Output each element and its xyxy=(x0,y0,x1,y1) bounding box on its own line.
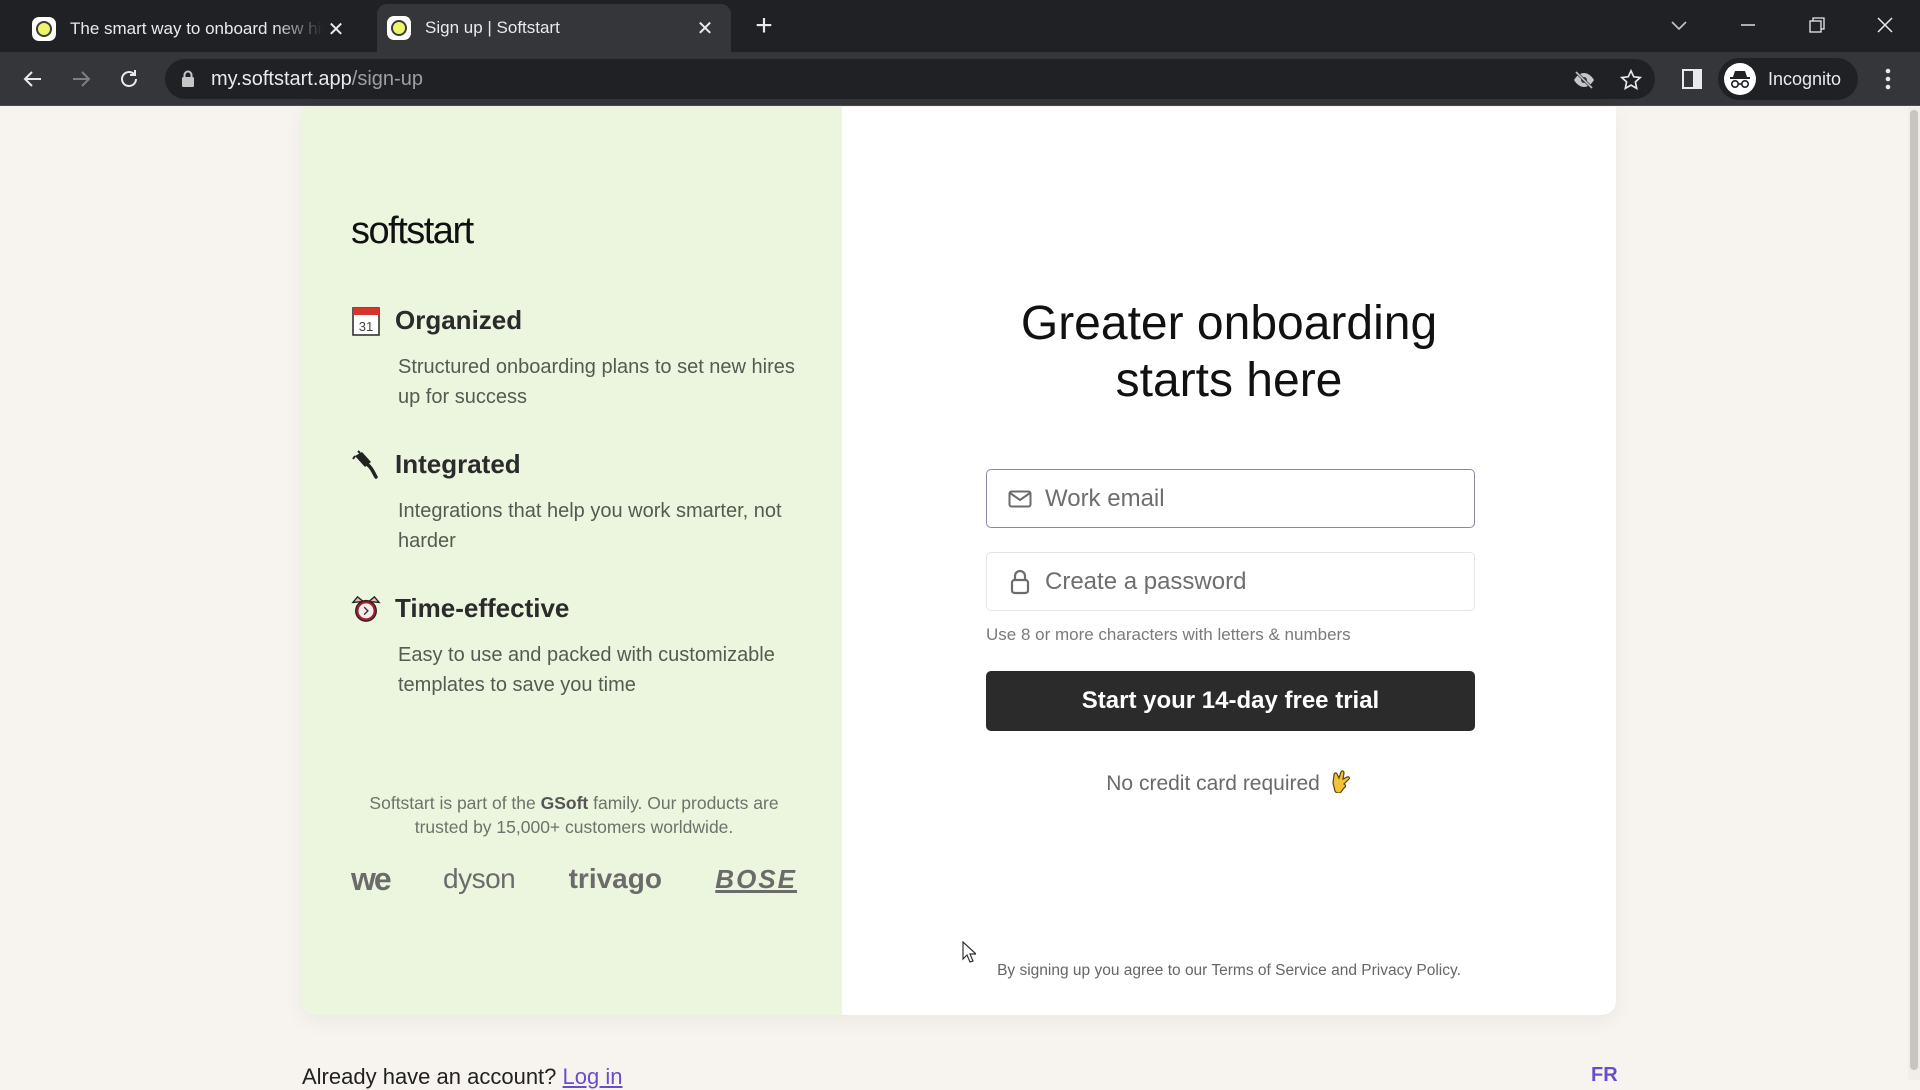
gsoft-text-before: Softstart is part of the xyxy=(369,793,541,813)
lock-icon xyxy=(1007,569,1033,595)
tab-title: Sign up | Softstart xyxy=(425,18,560,37)
email-input[interactable] xyxy=(1045,484,1445,513)
softstart-favicon-icon xyxy=(387,16,411,40)
headline-line-2: starts here xyxy=(1115,354,1343,407)
terms-notice: By signing up you agree to our Terms of … xyxy=(997,962,1461,979)
tab-title: The smart way to onboard new hires xyxy=(70,19,324,38)
tab-close-icon[interactable]: ✕ xyxy=(693,16,717,40)
mail-icon xyxy=(1007,486,1033,512)
mouse-cursor-icon xyxy=(962,941,976,963)
forward-icon[interactable] xyxy=(66,64,96,94)
side-panel-icon[interactable] xyxy=(1677,64,1707,94)
feature-title: Time-effective xyxy=(395,593,570,623)
language-switch-link[interactable]: FR xyxy=(1591,1064,1618,1087)
feature-title: Organized xyxy=(395,305,523,335)
call-me-hand-icon xyxy=(1330,769,1352,799)
feature-organized: 31 Organized Structured onboarding plans… xyxy=(351,305,811,412)
customer-logos: we dyson trivago BOSE xyxy=(351,859,797,899)
signup-card: softstart 31 Organized Structured onboar… xyxy=(302,107,1616,1015)
calendar-icon: 31 xyxy=(351,306,381,336)
alarm-clock-icon xyxy=(351,594,381,624)
bose-logo: BOSE xyxy=(715,863,797,894)
lock-icon[interactable] xyxy=(181,70,195,88)
headline-line-1: Greater onboarding xyxy=(1020,297,1438,350)
feature-integrated: Integrated Integrations that help you wo… xyxy=(351,449,811,556)
email-field[interactable] xyxy=(986,469,1475,528)
restore-icon[interactable] xyxy=(1802,10,1832,40)
scrollbar-thumb[interactable] xyxy=(1910,110,1918,1070)
minimize-icon[interactable] xyxy=(1733,10,1763,40)
page-scrollbar[interactable] xyxy=(1908,107,1920,1080)
trivago-logo: trivago xyxy=(568,863,662,894)
marketing-panel: softstart 31 Organized Structured onboar… xyxy=(302,107,842,1015)
reload-icon[interactable] xyxy=(114,64,144,94)
close-window-icon[interactable] xyxy=(1870,10,1900,40)
feature-description: Integrations that help you work smarter,… xyxy=(398,500,782,552)
incognito-label: Incognito xyxy=(1768,68,1842,89)
no-credit-card-note: No credit card required xyxy=(842,769,1616,799)
softstart-favicon-icon xyxy=(32,17,56,41)
no-credit-card-text: No credit card required xyxy=(1106,772,1320,795)
url-path: /sign-up xyxy=(351,67,423,90)
browser-tab[interactable]: The smart way to onboard new hires ✕ xyxy=(22,6,362,52)
dyson-logo: dyson xyxy=(443,863,516,894)
plug-icon xyxy=(351,449,381,480)
password-field[interactable] xyxy=(986,552,1475,611)
page-title: Greater onboarding starts here xyxy=(842,295,1616,409)
address-bar[interactable]: my.softstart.app/sign-up xyxy=(165,59,1655,99)
svg-text:31: 31 xyxy=(359,319,373,334)
eye-off-icon[interactable] xyxy=(1571,67,1597,93)
password-hint: Use 8 or more characters with letters & … xyxy=(986,625,1351,644)
softstart-logo[interactable]: softstart xyxy=(351,210,474,253)
new-tab-button[interactable]: + xyxy=(750,11,778,41)
url-text[interactable]: my.softstart.app/sign-up xyxy=(211,68,423,91)
browser-toolbar: my.softstart.app/sign-up Incognito xyxy=(0,52,1920,106)
back-icon[interactable] xyxy=(18,64,48,94)
page-viewport: softstart 31 Organized Structured onboar… xyxy=(0,107,1908,1089)
incognito-icon xyxy=(1724,63,1756,95)
gsoft-family-text: Softstart is part of the GSoft family. O… xyxy=(351,791,797,839)
login-link[interactable]: Log in xyxy=(563,1064,623,1089)
feature-description: Structured onboarding plans to set new h… xyxy=(398,356,795,408)
login-prompt: Already have an account? Log in xyxy=(302,1064,622,1090)
bookmark-star-icon[interactable] xyxy=(1618,67,1644,93)
incognito-profile-button[interactable]: Incognito xyxy=(1718,58,1858,100)
start-trial-button[interactable]: Start your 14-day free trial xyxy=(986,671,1475,731)
gsoft-brand: GSoft xyxy=(540,793,589,813)
wetransfer-logo: we xyxy=(351,860,392,897)
browser-menu-icon[interactable] xyxy=(1873,64,1903,94)
url-host: my.softstart.app xyxy=(211,67,352,90)
tab-close-icon[interactable]: ✕ xyxy=(324,17,348,41)
feature-time-effective: Time-effective Easy to use and packed wi… xyxy=(351,593,811,700)
feature-description: Easy to use and packed with customizable… xyxy=(398,644,775,696)
password-input[interactable] xyxy=(1045,567,1445,596)
tab-search-chevron-icon[interactable] xyxy=(1664,10,1694,40)
browser-tab-strip: The smart way to onboard new hires ✕ Sig… xyxy=(0,0,1920,52)
account-prompt-text: Already have an account? xyxy=(302,1064,557,1089)
browser-tab-active[interactable]: Sign up | Softstart ✕ xyxy=(377,4,731,52)
signup-form-panel: Greater onboarding starts here Use 8 or … xyxy=(842,107,1616,1015)
feature-title: Integrated xyxy=(395,449,521,479)
